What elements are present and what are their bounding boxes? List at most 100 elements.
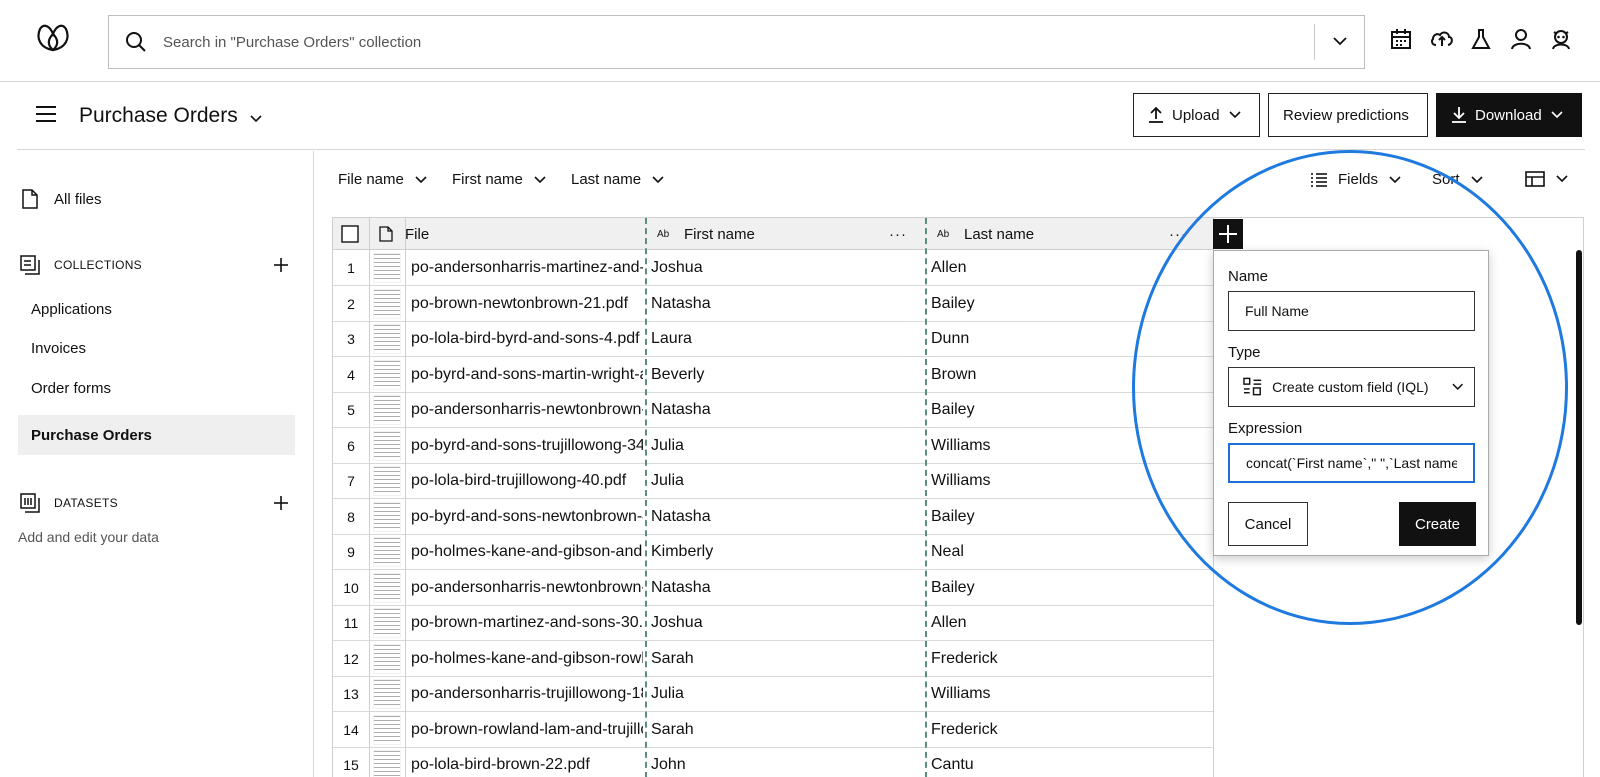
page-title[interactable]: Purchase Orders xyxy=(79,104,238,128)
add-field-button[interactable] xyxy=(1213,219,1243,249)
upload-button[interactable]: Upload xyxy=(1133,93,1260,137)
table-row[interactable]: 7 po-lola-bird-trujillowong-40.pdf Julia Wi… xyxy=(333,463,1213,499)
file-thumbnail[interactable] xyxy=(369,747,405,777)
file-name-cell[interactable]: po-andersonharris-newtonbrown-42 xyxy=(411,392,643,428)
table-row[interactable]: 9 po-holmes-kane-and-gibson-anders Kimberl… xyxy=(333,534,1213,570)
view-layout-button[interactable] xyxy=(1525,171,1569,187)
table-row[interactable]: 6 po-byrd-and-sons-trujillowong-34.pdfJul… xyxy=(333,428,1213,464)
file-thumbnail[interactable] xyxy=(369,570,405,606)
first-name-cell[interactable]: Sarah xyxy=(651,712,921,748)
table-row[interactable]: 12 po-holmes-kane-and-gibson-rowlandSarah… xyxy=(333,641,1213,677)
table-row[interactable]: 14 po-brown-rowland-lam-and-trujillo-2 Sar… xyxy=(333,712,1213,748)
download-button[interactable]: Download xyxy=(1436,93,1582,137)
file-thumbnail[interactable] xyxy=(369,534,405,570)
table-row[interactable]: 11 po-brown-martinez-and-sons-30.pdf Joshu… xyxy=(333,605,1213,641)
last-name-cell[interactable]: Williams xyxy=(931,463,1201,499)
fields-button[interactable]: Fields xyxy=(1310,171,1402,188)
file-name-cell[interactable]: po-holmes-kane-and-gibson-rowland xyxy=(411,641,643,677)
last-name-cell[interactable]: Williams xyxy=(931,428,1201,464)
last-name-cell[interactable]: Bailey xyxy=(931,570,1201,606)
table-row[interactable]: 4 po-byrd-and-sons-martin-wright-and Bever… xyxy=(333,357,1213,393)
table-row[interactable]: 5 po-andersonharris-newtonbrown-42 Natasha… xyxy=(333,392,1213,428)
file-thumbnail[interactable] xyxy=(369,392,405,428)
last-name-cell[interactable]: Bailey xyxy=(931,286,1201,322)
first-name-cell[interactable]: Beverly xyxy=(651,357,921,393)
search-options-chevron-icon[interactable] xyxy=(1331,32,1349,50)
flask-icon[interactable] xyxy=(1470,28,1494,52)
file-thumbnail[interactable] xyxy=(369,357,405,393)
app-logo-icon[interactable] xyxy=(34,20,72,54)
filter-file-name[interactable]: File name xyxy=(338,171,428,188)
file-name-cell[interactable]: po-lola-bird-byrd-and-sons-4.pdf xyxy=(411,321,643,357)
first-name-cell[interactable]: Natasha xyxy=(651,570,921,606)
table-row[interactable]: 2 po-brown-newtonbrown-21.pdf Natasha Baile… xyxy=(333,286,1213,322)
first-name-cell[interactable]: Julia xyxy=(651,676,921,712)
table-row[interactable]: 1 po-andersonharris-martinez-and-sonsJosh… xyxy=(333,250,1213,286)
file-thumbnail[interactable] xyxy=(369,712,405,748)
calendar-icon[interactable] xyxy=(1390,28,1414,52)
table-row[interactable]: 15 po-lola-bird-brown-22.pdf John Cantu xyxy=(333,747,1213,777)
file-thumbnail[interactable] xyxy=(369,321,405,357)
file-thumbnail[interactable] xyxy=(369,605,405,641)
file-name-cell[interactable]: po-lola-bird-brown-22.pdf xyxy=(411,747,643,777)
expression-value[interactable] xyxy=(1244,454,1459,472)
table-row[interactable]: 3 po-lola-bird-byrd-and-sons-4.pdf Laura Du… xyxy=(333,321,1213,357)
file-thumbnail[interactable] xyxy=(369,676,405,712)
file-name-cell[interactable]: po-brown-martinez-and-sons-30.pdf xyxy=(411,605,643,641)
menu-icon[interactable] xyxy=(35,104,57,124)
cancel-button[interactable]: Cancel xyxy=(1228,502,1308,546)
table-row[interactable]: 13 po-andersonharris-trujillowong-18.pdfJ… xyxy=(333,676,1213,712)
last-name-cell[interactable]: Bailey xyxy=(931,392,1201,428)
search-input[interactable] xyxy=(161,28,1261,56)
sidebar-item-order-forms[interactable]: Order forms xyxy=(31,380,111,397)
column-header-file[interactable]: File xyxy=(405,218,429,250)
title-chevron-icon[interactable] xyxy=(249,112,263,126)
file-name-cell[interactable]: po-holmes-kane-and-gibson-anders xyxy=(411,534,643,570)
file-thumbnail[interactable] xyxy=(369,463,405,499)
first-name-cell[interactable]: Julia xyxy=(651,463,921,499)
file-name-cell[interactable]: po-andersonharris-newtonbrown-16 xyxy=(411,570,643,606)
last-name-cell[interactable]: Brown xyxy=(931,357,1201,393)
file-name-cell[interactable]: po-lola-bird-trujillowong-40.pdf xyxy=(411,463,643,499)
expression-input[interactable] xyxy=(1228,443,1475,483)
file-thumbnail[interactable] xyxy=(369,641,405,677)
first-name-cell[interactable]: Natasha xyxy=(651,392,921,428)
review-predictions-button[interactable]: Review predictions xyxy=(1268,93,1428,137)
file-name-cell[interactable]: po-andersonharris-martinez-and-sons xyxy=(411,250,643,286)
cloud-sync-icon[interactable] xyxy=(1430,28,1454,52)
first-name-cell[interactable]: Natasha xyxy=(651,499,921,535)
first-name-cell[interactable]: Natasha xyxy=(651,286,921,322)
last-name-cell[interactable]: Neal xyxy=(931,534,1201,570)
filter-first-name[interactable]: First name xyxy=(452,171,547,188)
sidebar-item-invoices[interactable]: Invoices xyxy=(31,340,86,357)
user-icon[interactable] xyxy=(1510,28,1534,52)
file-name-cell[interactable]: po-andersonharris-trujillowong-18.pdf xyxy=(411,676,643,712)
sidebar-item-all-files[interactable]: All files xyxy=(54,191,102,208)
create-button[interactable]: Create xyxy=(1399,502,1476,546)
first-name-cell[interactable]: John xyxy=(651,747,921,777)
first-name-cell[interactable]: Sarah xyxy=(651,641,921,677)
file-name-cell[interactable]: po-brown-newtonbrown-21.pdf xyxy=(411,286,643,322)
add-dataset-plus-icon[interactable] xyxy=(273,495,289,511)
last-name-cell[interactable]: Frederick xyxy=(931,712,1201,748)
first-name-cell[interactable]: Julia xyxy=(651,428,921,464)
field-name-input[interactable] xyxy=(1228,291,1475,331)
first-name-cell[interactable]: Laura xyxy=(651,321,921,357)
file-name-cell[interactable]: po-byrd-and-sons-newtonbrown-46 xyxy=(411,499,643,535)
file-thumbnail[interactable] xyxy=(369,428,405,464)
file-thumbnail[interactable] xyxy=(369,250,405,286)
column-header-last-name[interactable]: Last name xyxy=(964,218,1034,250)
field-type-select[interactable]: Create custom field (IQL) xyxy=(1228,367,1475,407)
file-name-cell[interactable]: po-byrd-and-sons-trujillowong-34.pdf xyxy=(411,428,643,464)
file-name-cell[interactable]: po-byrd-and-sons-martin-wright-and xyxy=(411,357,643,393)
search-bar[interactable] xyxy=(108,15,1365,69)
filter-last-name[interactable]: Last name xyxy=(571,171,665,188)
last-name-cell[interactable]: Bailey xyxy=(931,499,1201,535)
vertical-scrollbar[interactable] xyxy=(1576,250,1582,625)
column-menu-icon[interactable]: ··· xyxy=(1169,218,1187,250)
last-name-cell[interactable]: Cantu xyxy=(931,747,1201,777)
first-name-cell[interactable]: Joshua xyxy=(651,605,921,641)
column-menu-icon[interactable]: ··· xyxy=(889,218,907,250)
last-name-cell[interactable]: Dunn xyxy=(931,321,1201,357)
file-thumbnail[interactable] xyxy=(369,499,405,535)
